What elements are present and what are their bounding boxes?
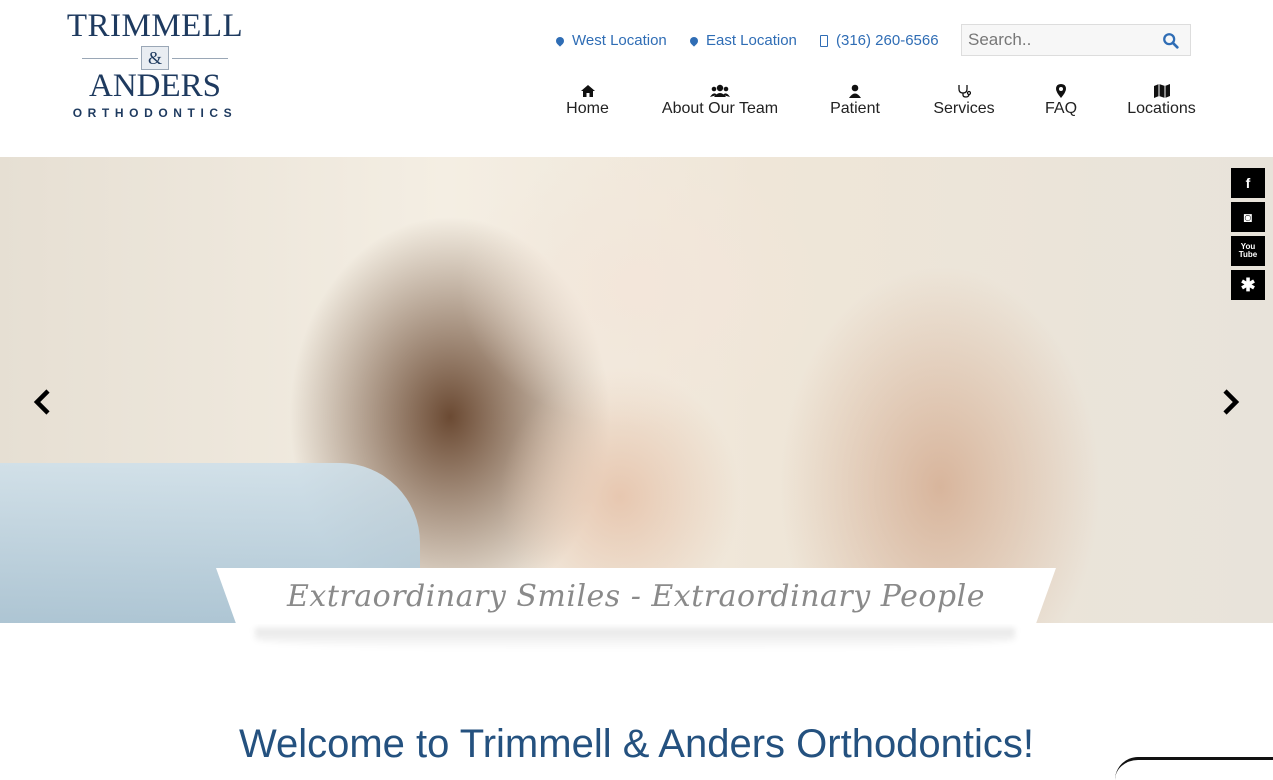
east-location-link[interactable]: East Location xyxy=(688,32,802,49)
stethoscope-icon xyxy=(958,85,971,98)
nav-item-patient[interactable]: Patient xyxy=(827,84,883,118)
slider-prev-arrow-icon[interactable] xyxy=(32,389,54,415)
instagram-icon[interactable]: ◙ xyxy=(1231,202,1265,232)
search-input[interactable] xyxy=(962,30,1169,50)
nav-label-home: Home xyxy=(566,100,609,117)
nav-item-services[interactable]: Services xyxy=(931,84,997,118)
banner-shadow xyxy=(255,628,1015,650)
map-marker-icon xyxy=(554,34,566,47)
nav-item-about-our-team[interactable]: About Our Team xyxy=(659,84,781,118)
nav-label-services: Services xyxy=(933,100,995,117)
welcome-heading: Welcome to Trimmell & Anders Orthodontic… xyxy=(238,722,1035,766)
map-marker-icon xyxy=(688,34,700,47)
mobile-phone-icon xyxy=(820,34,828,47)
east-location-label: East Location xyxy=(706,32,797,49)
nav-label-faq: FAQ xyxy=(1045,100,1078,117)
nav-item-home[interactable]: Home xyxy=(560,84,615,118)
nav-label-locations: Locations xyxy=(1127,100,1196,117)
users-icon xyxy=(710,84,730,97)
user-icon xyxy=(849,84,861,98)
logo-text-anders: ANDERS xyxy=(88,68,222,104)
facebook-icon[interactable]: f xyxy=(1231,168,1265,198)
west-location-link[interactable]: West Location xyxy=(554,32,672,49)
decorative-corner xyxy=(1115,757,1273,780)
map-marker-icon xyxy=(1056,84,1066,98)
logo-text-trimmell: TRIMMELL xyxy=(66,8,244,44)
hero-tagline-banner: Extraordinary Smiles - Extraordinary Peo… xyxy=(216,568,1056,624)
logo-text-orthodontics: ORTHODONTICS xyxy=(72,106,238,120)
home-icon xyxy=(580,85,595,97)
site-logo[interactable]: TRIMMELL & ANDERS ORTHODONTICS xyxy=(60,8,250,126)
nav-item-faq[interactable]: FAQ xyxy=(1045,84,1078,118)
main-nav: Home About Our Team Patient Services FAQ… xyxy=(560,84,1198,118)
top-contact-links: West Location East Location (316) 260-65… xyxy=(554,32,939,49)
map-icon xyxy=(1153,84,1170,98)
search-box xyxy=(961,24,1191,56)
logo-ampersand: & xyxy=(82,46,228,70)
hero-tagline: Extraordinary Smiles - Extraordinary Peo… xyxy=(287,578,985,614)
nav-item-locations[interactable]: Locations xyxy=(1125,84,1198,118)
west-location-label: West Location xyxy=(572,32,667,49)
phone-number: (316) 260-6566 xyxy=(836,32,939,49)
slider-next-arrow-icon[interactable] xyxy=(1219,389,1241,415)
youtube-icon[interactable]: You Tube xyxy=(1231,236,1265,266)
nav-label-patient: Patient xyxy=(830,100,880,117)
yelp-icon[interactable]: ✱ xyxy=(1231,270,1265,300)
nav-label-about-our-team: About Our Team xyxy=(661,100,779,117)
phone-link[interactable]: (316) 260-6566 xyxy=(820,32,939,49)
search-icon[interactable] xyxy=(1162,32,1180,50)
hero-slider-image xyxy=(0,157,1273,623)
